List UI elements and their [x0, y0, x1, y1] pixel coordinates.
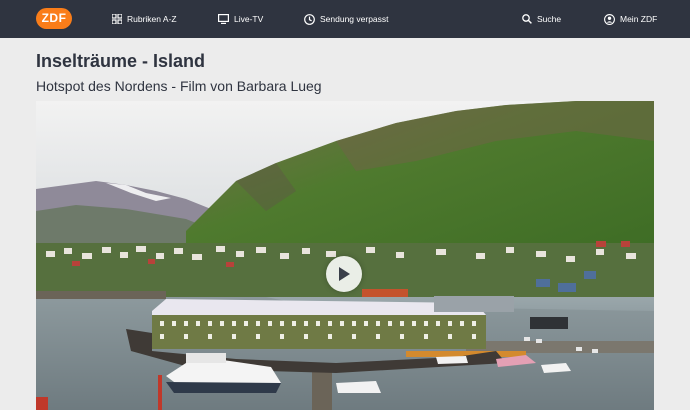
program-title-block: Inselträume - Island Hotspot des Nordens… — [36, 50, 322, 95]
nav-suche-label: Suche — [537, 14, 562, 24]
video-player[interactable] — [36, 101, 654, 410]
nav-sendung-verpasst-label: Sendung verpasst — [320, 14, 389, 24]
nav-live-tv-label: Live-TV — [234, 14, 264, 24]
nav-mein-zdf[interactable]: Mein ZDF — [604, 0, 657, 38]
play-icon — [339, 267, 350, 281]
program-subtitle: Hotspot des Nordens - Film von Barbara L… — [36, 78, 322, 94]
clock-icon — [304, 13, 315, 25]
nav-rubriken-az[interactable]: Rubriken A-Z — [112, 0, 177, 38]
nav-live-tv[interactable]: Live-TV — [218, 0, 263, 38]
zdf-logo[interactable]: ZDF — [36, 8, 72, 29]
nav-mein-zdf-label: Mein ZDF — [620, 14, 658, 24]
search-icon — [522, 14, 532, 24]
nav-suche[interactable]: Suche — [522, 0, 561, 38]
nav-rubriken-label: Rubriken A-Z — [127, 14, 177, 24]
tv-icon — [218, 14, 229, 24]
grid-icon — [112, 14, 122, 24]
program-title: Inselträume - Island — [36, 51, 206, 71]
top-navigation-bar: ZDF Rubriken A-Z Live-TV Sendung verpass… — [0, 0, 690, 38]
nav-sendung-verpasst[interactable]: Sendung verpasst — [304, 0, 389, 38]
user-icon — [604, 13, 615, 25]
play-button[interactable] — [326, 256, 362, 292]
